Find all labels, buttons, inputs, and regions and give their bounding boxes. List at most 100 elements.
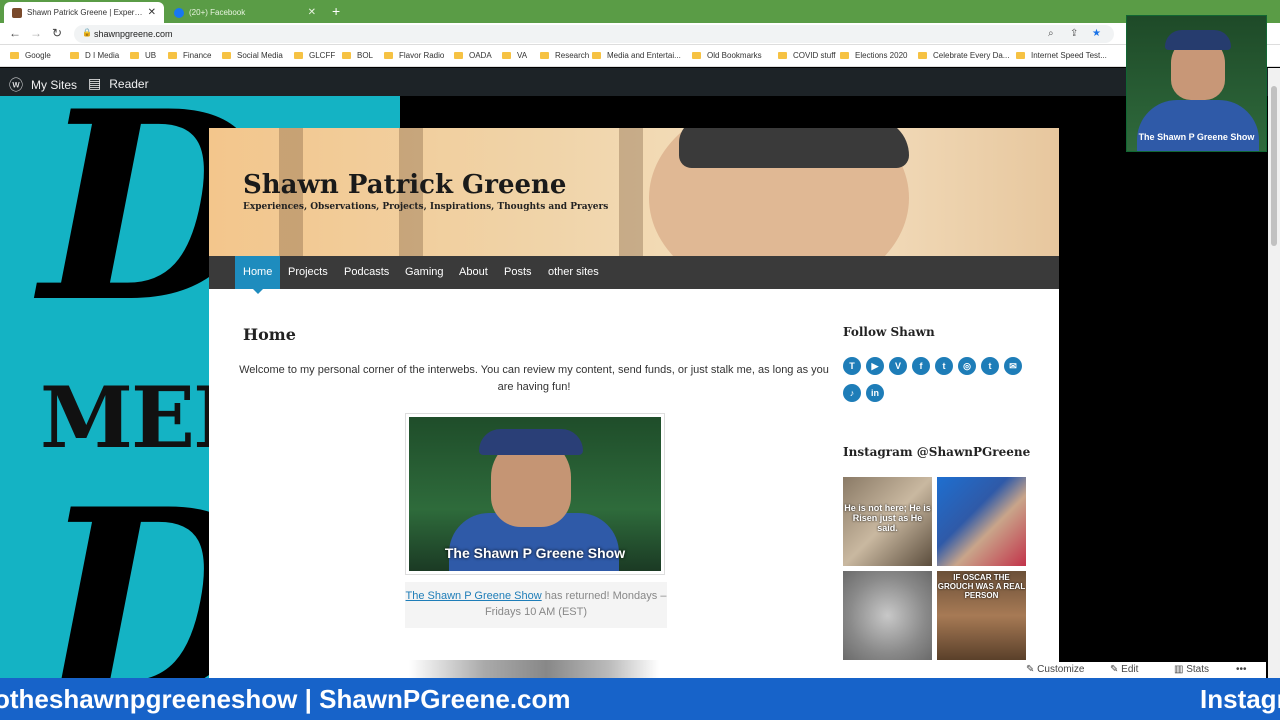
- bookmark-item[interactable]: Celebrate Every Da...: [918, 51, 1009, 60]
- site-favicon-icon: [12, 7, 22, 18]
- tab-facebook[interactable]: (20+) Facebook ✕: [166, 2, 324, 23]
- show-link[interactable]: The Shawn P Greene Show: [406, 590, 542, 602]
- bookmark-item[interactable]: Media and Entertai...: [592, 51, 681, 60]
- folder-icon: [692, 52, 701, 59]
- menu-item-home[interactable]: Home: [235, 256, 281, 294]
- edit-button[interactable]: ✎ Edit: [1110, 664, 1138, 675]
- bookmark-item[interactable]: Finance: [168, 51, 211, 60]
- bookmark-item[interactable]: BOL: [342, 51, 373, 60]
- bookmark-item[interactable]: Social Media: [222, 51, 283, 60]
- header-pillar: [619, 128, 643, 256]
- bookmark-item[interactable]: Google: [10, 51, 51, 60]
- back-icon[interactable]: ←: [9, 26, 21, 40]
- video-caption: The Shawn P Greene Show has returned! Mo…: [405, 582, 667, 628]
- bookmark-star-icon[interactable]: ★: [1092, 28, 1101, 39]
- folder-icon: [222, 52, 231, 59]
- scrollbar-thumb[interactable]: [1271, 86, 1277, 246]
- tab-shawnpgreene[interactable]: Shawn Patrick Greene | Experien ✕: [4, 2, 164, 23]
- folder-icon: [70, 52, 79, 59]
- folder-icon: [840, 52, 849, 59]
- bookmark-label: Internet Speed Test...: [1031, 51, 1107, 60]
- bookmark-item[interactable]: Research: [540, 51, 589, 60]
- site-title[interactable]: Shawn Patrick Greene: [243, 170, 566, 200]
- menu-item-posts[interactable]: Posts: [496, 256, 540, 289]
- bookmark-item[interactable]: Internet Speed Test...: [1016, 51, 1107, 60]
- bookmark-label: Elections 2020: [855, 51, 908, 60]
- video-person-cap: [479, 429, 583, 455]
- twitter-icon[interactable]: t: [935, 357, 953, 375]
- facebook-icon[interactable]: f: [912, 357, 930, 375]
- my-sites-button[interactable]: ⓦ My Sites: [9, 75, 77, 95]
- instagram-post[interactable]: [843, 571, 932, 660]
- close-tab-icon[interactable]: ✕: [308, 7, 316, 18]
- reload-icon[interactable]: ↻: [52, 26, 62, 40]
- email-icon[interactable]: ✉: [1004, 357, 1022, 375]
- twitch-icon[interactable]: T: [843, 357, 861, 375]
- bookmark-item[interactable]: COVID stuff: [778, 51, 836, 60]
- instagram-post[interactable]: [937, 477, 1026, 566]
- bookmark-item[interactable]: VA: [502, 51, 527, 60]
- stats-button[interactable]: ▥ Stats: [1174, 664, 1209, 675]
- follow-heading: Follow Shawn: [843, 325, 935, 339]
- bookmark-label: VA: [517, 51, 528, 60]
- more-actions-button[interactable]: •••: [1236, 664, 1247, 675]
- instagram-post[interactable]: IF OSCAR THE GROUCH WAS A REAL PERSON: [937, 571, 1026, 660]
- wp-admin-bar: ⓦ My Sites ▤ Reader: [0, 68, 1280, 96]
- linkedin-icon[interactable]: in: [866, 384, 884, 402]
- instagram-post-text: IF OSCAR THE GROUCH WAS A REAL PERSON: [937, 573, 1026, 600]
- folder-icon: [778, 52, 787, 59]
- webcam-caption: The Shawn P Greene Show: [1138, 132, 1255, 142]
- bookmarks-bar: Google D I Media UB Finance Social Media GLCF…: [0, 45, 1280, 67]
- folder-icon: [384, 52, 393, 59]
- youtube-icon[interactable]: ▶: [866, 357, 884, 375]
- instagram-post-text: He is not here; He is Risen just as He s…: [844, 503, 931, 533]
- customize-label: Customize: [1037, 664, 1085, 675]
- stream-ticker: otheshawnpgreeneshow | ShawnPGreene.com …: [0, 678, 1280, 720]
- zoom-icon[interactable]: ⌕: [1048, 28, 1054, 39]
- bookmark-item[interactable]: D I Media: [70, 51, 119, 60]
- bookmark-item[interactable]: Flavor Radio: [384, 51, 444, 60]
- video-embed[interactable]: The Shawn P Greene Show: [405, 413, 665, 575]
- menu-item-projects[interactable]: Projects: [280, 256, 336, 289]
- folder-icon: [454, 52, 463, 59]
- instagram-post[interactable]: He is not here; He is Risen just as He s…: [843, 477, 932, 566]
- bookmark-label: Finance: [183, 51, 212, 60]
- wp-action-bar: ✎ Customize ✎ Edit ▥ Stats •••: [1014, 662, 1266, 678]
- folder-icon: [168, 52, 177, 59]
- menu-item-gaming[interactable]: Gaming: [397, 256, 452, 289]
- menu-item-podcasts[interactable]: Podcasts: [336, 256, 397, 289]
- tumblr-icon[interactable]: t: [981, 357, 999, 375]
- new-tab-icon[interactable]: +: [332, 3, 340, 19]
- bookmark-label: BOL: [357, 51, 374, 60]
- site-tagline: Experiences, Observations, Projects, Ins…: [243, 202, 609, 212]
- bookmark-item[interactable]: UB: [130, 51, 156, 60]
- customize-button[interactable]: ✎ Customize: [1026, 664, 1084, 675]
- intro-text: Welcome to my personal corner of the int…: [239, 364, 829, 393]
- share-icon[interactable]: ⇪: [1070, 28, 1078, 39]
- webcam-overlay: The Shawn P Greene Show: [1126, 15, 1267, 152]
- menu-item-about[interactable]: About: [451, 256, 496, 289]
- folder-icon: [502, 52, 511, 59]
- bookmark-label: Old Bookmarks: [707, 51, 762, 60]
- bookmark-item[interactable]: Elections 2020: [840, 51, 907, 60]
- image-strip: [409, 660, 659, 678]
- bookmark-item[interactable]: OADA: [454, 51, 492, 60]
- bookmark-item[interactable]: Old Bookmarks: [692, 51, 762, 60]
- bookmark-label: Google: [25, 51, 51, 60]
- instagram-icon[interactable]: ◎: [958, 357, 976, 375]
- bookmark-label: Celebrate Every Da...: [933, 51, 1010, 60]
- folder-icon: [130, 52, 139, 59]
- instagram-heading: Instagram @ShawnPGreene: [843, 445, 1031, 459]
- bookmark-item[interactable]: GLCFF: [294, 51, 335, 60]
- bookmark-label: Social Media: [237, 51, 283, 60]
- tiktok-icon[interactable]: ♪: [843, 384, 861, 402]
- address-bar[interactable]: 🔒 shawnpgreene.com ⌕ ⇪ ★: [74, 25, 1114, 43]
- forward-icon[interactable]: →: [30, 26, 42, 40]
- reader-button[interactable]: ▤ Reader: [88, 75, 149, 92]
- facebook-favicon-icon: [174, 7, 184, 18]
- menu-item-other-sites[interactable]: other sites: [540, 256, 607, 289]
- close-tab-icon[interactable]: ✕: [148, 7, 156, 18]
- webcam-shirt: [1137, 100, 1259, 151]
- vimeo-icon[interactable]: V: [889, 357, 907, 375]
- page-scrollbar[interactable]: [1268, 68, 1280, 678]
